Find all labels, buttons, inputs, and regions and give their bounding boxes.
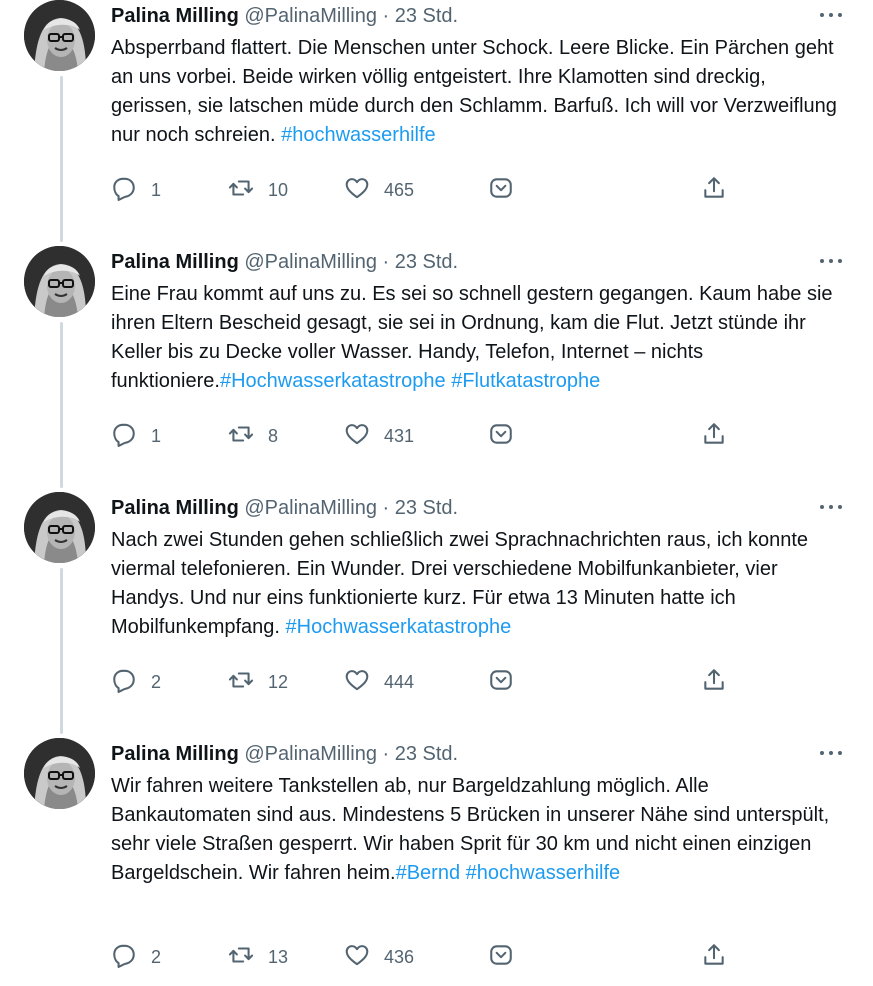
- retweet-icon: [228, 175, 254, 206]
- reply-count: 2: [151, 671, 162, 692]
- tweet-header: Palina Milling @PalinaMilling · 23 Std.: [111, 3, 458, 29]
- save-icon: [488, 942, 514, 973]
- tweet-text: Wir fahren weitere Tankstellen ab, nur B…: [111, 772, 851, 888]
- avatar[interactable]: [24, 246, 95, 317]
- share-icon: [701, 942, 727, 973]
- author-name[interactable]: Palina Milling: [111, 251, 239, 273]
- more-icon[interactable]: [818, 742, 844, 762]
- avatar[interactable]: [24, 492, 95, 563]
- save-icon: [488, 421, 514, 452]
- share-icon: [701, 175, 727, 206]
- tweet-header: Palina Milling @PalinaMilling · 23 Std.: [111, 249, 458, 275]
- share-icon: [701, 421, 727, 452]
- like-icon: [344, 667, 370, 698]
- save-icon: [488, 175, 514, 206]
- save-button[interactable]: [488, 667, 514, 697]
- reply-button[interactable]: 1: [111, 175, 161, 205]
- retweet-icon: [228, 421, 254, 452]
- reply-button[interactable]: 1: [111, 421, 161, 451]
- more-icon[interactable]: [818, 250, 844, 270]
- like-count: 436: [384, 946, 415, 967]
- thread-line: [60, 322, 63, 488]
- avatar[interactable]: [24, 738, 95, 809]
- tweet-actions: 2 13 436: [111, 942, 751, 972]
- retweet-icon: [228, 942, 254, 973]
- hashtag-link[interactable]: #Flutkatastrophe: [451, 370, 600, 392]
- tweet-header: Palina Milling @PalinaMilling · 23 Std.: [111, 495, 458, 521]
- retweet-button[interactable]: 13: [228, 942, 288, 972]
- retweet-count: 12: [268, 671, 289, 692]
- tweet-actions: 1 8 431: [111, 421, 751, 451]
- like-button[interactable]: 465: [344, 175, 414, 205]
- like-icon: [344, 421, 370, 452]
- hashtag-link[interactable]: #Hochwasserkatastrophe: [286, 616, 512, 638]
- reply-button[interactable]: 2: [111, 942, 161, 972]
- avatar[interactable]: [24, 0, 95, 71]
- tweet-actions: 2 12 444: [111, 667, 751, 697]
- save-button[interactable]: [488, 421, 514, 451]
- like-button[interactable]: 431: [344, 421, 414, 451]
- save-icon: [488, 667, 514, 698]
- retweet-count: 8: [268, 425, 279, 446]
- tweet-text: Eine Frau kommt auf uns zu. Es sei so sc…: [111, 280, 851, 396]
- retweet-button[interactable]: 8: [228, 421, 278, 451]
- more-icon[interactable]: [818, 496, 844, 516]
- share-button[interactable]: [701, 175, 727, 205]
- tweet-time[interactable]: · 23 Std.: [383, 497, 459, 519]
- reply-count: 1: [151, 179, 162, 200]
- reply-icon: [111, 175, 137, 206]
- hashtag-link[interactable]: #Hochwasserkatastrophe: [220, 370, 446, 392]
- tweet-actions: 1 10 465: [111, 175, 751, 205]
- reply-button[interactable]: 2: [111, 667, 161, 697]
- save-button[interactable]: [488, 175, 514, 205]
- share-button[interactable]: [701, 421, 727, 451]
- tweet-header: Palina Milling @PalinaMilling · 23 Std.: [111, 741, 458, 767]
- like-icon: [344, 942, 370, 973]
- reply-count: 1: [151, 425, 162, 446]
- retweet-button[interactable]: 10: [228, 175, 288, 205]
- like-count: 444: [384, 671, 415, 692]
- tweet-time[interactable]: · 23 Std.: [383, 743, 459, 765]
- save-button[interactable]: [488, 942, 514, 972]
- author-name[interactable]: Palina Milling: [111, 497, 239, 519]
- share-icon: [701, 667, 727, 698]
- author-handle[interactable]: @PalinaMilling: [244, 497, 377, 519]
- tweet-time[interactable]: · 23 Std.: [383, 5, 459, 27]
- author-name[interactable]: Palina Milling: [111, 5, 239, 27]
- retweet-count: 10: [268, 179, 289, 200]
- hashtag-link[interactable]: #Bernd: [396, 862, 461, 884]
- author-handle[interactable]: @PalinaMilling: [244, 743, 377, 765]
- tweet-time[interactable]: · 23 Std.: [383, 251, 459, 273]
- tweet-text: Nach zwei Stunden gehen schließlich zwei…: [111, 526, 851, 642]
- reply-icon: [111, 421, 137, 452]
- thread-line: [60, 76, 63, 242]
- tweet-text-segment: Absperrband flattert. Die Menschen unter…: [111, 37, 837, 146]
- share-button[interactable]: [701, 667, 727, 697]
- retweet-icon: [228, 667, 254, 698]
- like-icon: [344, 175, 370, 206]
- hashtag-link[interactable]: #hochwasserhilfe: [281, 124, 436, 146]
- tweet-text: Absperrband flattert. Die Menschen unter…: [111, 34, 851, 150]
- retweet-button[interactable]: 12: [228, 667, 288, 697]
- hashtag-link[interactable]: #hochwasserhilfe: [466, 862, 621, 884]
- reply-icon: [111, 667, 137, 698]
- like-count: 465: [384, 179, 415, 200]
- thread-line: [60, 568, 63, 734]
- like-button[interactable]: 444: [344, 667, 414, 697]
- author-handle[interactable]: @PalinaMilling: [244, 251, 377, 273]
- reply-icon: [111, 942, 137, 973]
- like-button[interactable]: 436: [344, 942, 414, 972]
- author-handle[interactable]: @PalinaMilling: [244, 5, 377, 27]
- like-count: 431: [384, 425, 415, 446]
- reply-count: 2: [151, 946, 162, 967]
- author-name[interactable]: Palina Milling: [111, 743, 239, 765]
- share-button[interactable]: [701, 942, 727, 972]
- more-icon[interactable]: [818, 4, 844, 24]
- retweet-count: 13: [268, 946, 289, 967]
